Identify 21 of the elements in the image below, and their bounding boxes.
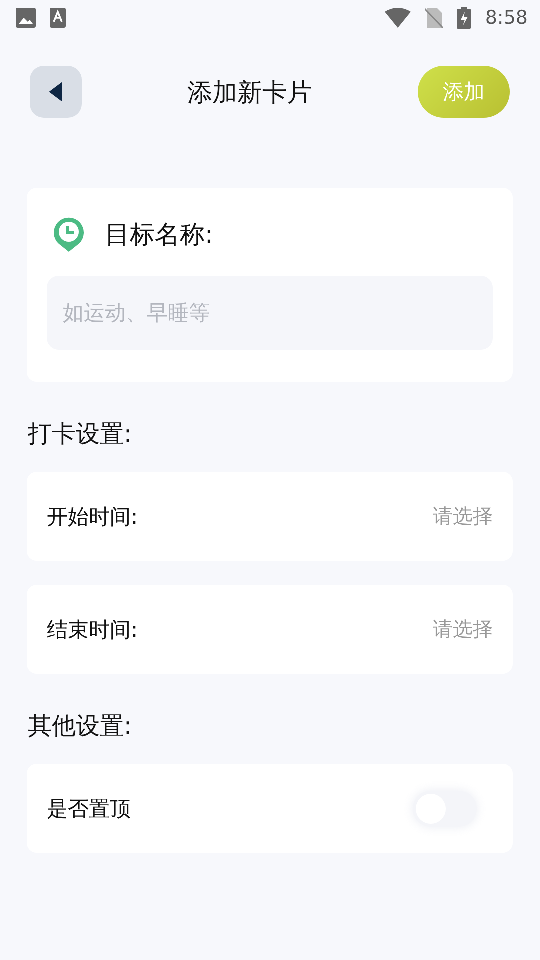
time-picker-row[interactable]: 结束时间: 请选择 [27, 585, 513, 674]
clock-pin-icon [53, 216, 85, 252]
row-label: 结束时间: [47, 616, 138, 644]
picker-value: 请选择 [433, 503, 493, 530]
text-icon [50, 8, 66, 28]
row-label: 是否置顶 [47, 796, 131, 822]
goal-name-label: 目标名称: [105, 218, 214, 250]
back-button[interactable] [30, 66, 82, 118]
page-title: 添加新卡片 [188, 76, 312, 108]
no-sim-icon [425, 8, 444, 28]
image-icon [16, 8, 36, 28]
goal-name-field[interactable]: 如运动、早睡等 [47, 276, 493, 350]
time-picker-row[interactable]: 开始时间: 请选择 [27, 472, 513, 561]
wifi-icon [385, 8, 412, 28]
section-title: 其他设置: [28, 711, 134, 742]
row-label: 开始时间: [47, 504, 138, 530]
battery-icon [457, 7, 472, 29]
status-time: 8:58 [485, 7, 528, 29]
section-title: 打卡设置: [28, 419, 134, 450]
picker-value: 请选择 [433, 616, 493, 643]
back-arrow-icon [49, 82, 63, 102]
